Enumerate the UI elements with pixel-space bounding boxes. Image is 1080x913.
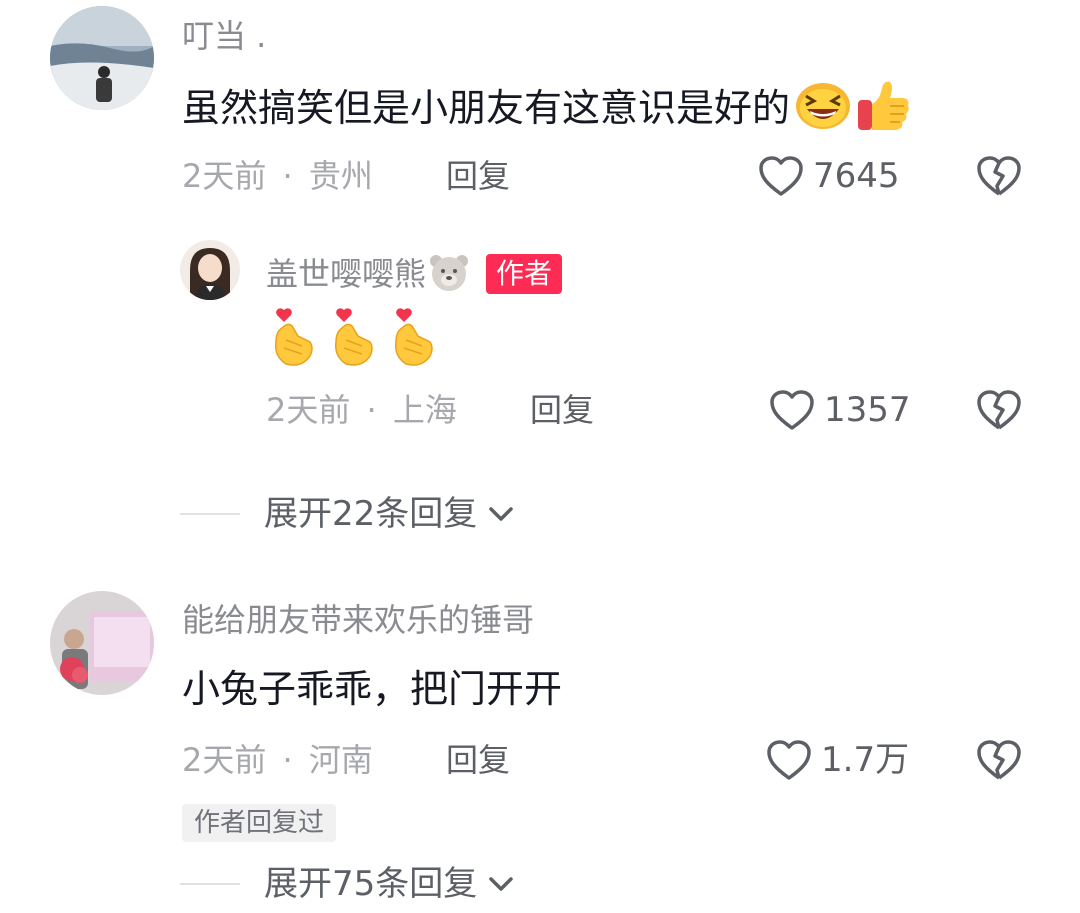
comment-time: 2天前 xyxy=(182,741,267,779)
comment-content: 虽然搞笑但是小朋友有这意识是好的 xyxy=(182,78,912,138)
avatar-image xyxy=(50,591,154,695)
author-badge: 作者 xyxy=(486,254,563,294)
dislike-button-broken-heart-icon[interactable] xyxy=(975,154,1023,198)
reply-meta: 2天前 · 上海 xyxy=(266,390,457,430)
like-count: 1.7万 xyxy=(821,740,910,780)
like-button[interactable]: 1.7万 xyxy=(765,738,909,782)
comment-meta: 2天前 · 河南 xyxy=(182,740,373,780)
comment-text: 虽然搞笑但是小朋友有这意识是好的 xyxy=(182,86,791,130)
like-count: 7645 xyxy=(813,156,900,196)
reply-button[interactable]: 回复 xyxy=(446,156,510,196)
divider xyxy=(180,513,240,515)
like-button[interactable]: 7645 xyxy=(757,154,900,198)
bear-face-emoji xyxy=(428,252,470,296)
comment-username[interactable]: 叮当 . xyxy=(182,16,266,56)
heart-icon xyxy=(757,154,805,198)
thumbs-up-emoji xyxy=(854,78,912,138)
comment-text: 小兔子乖乖，把门开开 xyxy=(182,667,563,711)
reply-button[interactable]: 回复 xyxy=(446,740,510,780)
like-count: 1357 xyxy=(824,390,911,430)
heart-icon xyxy=(765,738,813,782)
reply-content xyxy=(268,306,438,372)
reply-location: 上海 xyxy=(392,391,457,429)
expand-replies-label: 展开75条回复 xyxy=(264,864,478,904)
heart-icon xyxy=(768,388,816,432)
divider xyxy=(180,883,240,885)
reply-username[interactable]: 盖世嘤嘤熊 xyxy=(266,254,426,294)
comment-meta: 2天前 · 贵州 xyxy=(182,156,373,196)
reply-avatar-image xyxy=(180,240,240,300)
reply-button[interactable]: 回复 xyxy=(530,390,594,430)
comment-username[interactable]: 能给朋友带来欢乐的锤哥 xyxy=(182,600,534,640)
avatar[interactable] xyxy=(50,591,154,695)
laughing-emoji xyxy=(794,81,852,135)
meta-separator: · xyxy=(366,391,377,429)
dislike-button-broken-heart-icon[interactable] xyxy=(975,388,1023,432)
author-replied-tag: 作者回复过 xyxy=(182,804,337,842)
expand-replies-label: 展开22条回复 xyxy=(264,494,478,534)
comment-time: 2天前 xyxy=(182,157,267,195)
comment-location: 贵州 xyxy=(308,157,373,195)
reply-header: 盖世嘤嘤熊 作者 xyxy=(266,252,563,296)
finger-heart-emoji xyxy=(268,306,318,372)
meta-separator: · xyxy=(282,741,293,779)
comment-location: 河南 xyxy=(308,741,373,779)
avatar-image xyxy=(50,6,154,110)
chevron-down-icon xyxy=(487,874,515,894)
finger-heart-emoji xyxy=(328,306,378,372)
reply-avatar[interactable] xyxy=(180,240,240,300)
expand-replies-button[interactable]: 展开75条回复 xyxy=(180,864,515,904)
expand-replies-button[interactable]: 展开22条回复 xyxy=(180,494,515,534)
meta-separator: · xyxy=(282,157,293,195)
finger-heart-emoji xyxy=(388,306,438,372)
reply-time: 2天前 xyxy=(266,391,351,429)
dislike-button-broken-heart-icon[interactable] xyxy=(975,738,1023,782)
chevron-down-icon xyxy=(487,504,515,524)
like-button[interactable]: 1357 xyxy=(768,388,911,432)
avatar[interactable] xyxy=(50,6,154,110)
